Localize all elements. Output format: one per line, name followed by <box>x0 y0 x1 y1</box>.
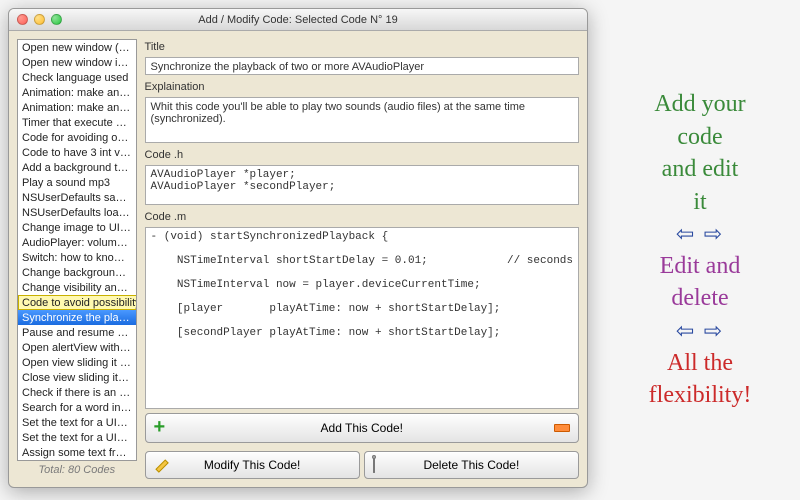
list-item[interactable]: Check if there is an active intern... <box>18 385 136 400</box>
explain-label: Explaination <box>145 81 579 93</box>
list-item[interactable]: AudioPlayer: volume fade out <box>18 235 136 250</box>
list-item[interactable]: Pause and resume audio recordi... <box>18 325 136 340</box>
list-item[interactable]: Code to have 3 int variables in a... <box>18 145 136 160</box>
title-label: Title <box>145 41 579 53</box>
list-item[interactable]: Open new window (nib - .xib) <box>18 40 136 55</box>
promo-line: delete <box>671 285 728 311</box>
list-footer: Total: 80 Codes <box>17 461 137 479</box>
codem-field[interactable]: - (void) startSynchronizedPlayback { NST… <box>145 227 579 409</box>
list-item[interactable]: Change background and color to... <box>18 265 136 280</box>
code-list[interactable]: Open new window (nib - .xib)Open new win… <box>17 39 137 461</box>
promo-line: code <box>677 124 722 150</box>
list-item[interactable]: Code for avoiding opening of ke... <box>18 130 136 145</box>
arrows-icon: ⇦ ⇨ <box>676 221 724 247</box>
add-button-label: Add This Code! <box>321 421 404 435</box>
delete-button[interactable]: Delete This Code! <box>364 451 579 479</box>
titlebar[interactable]: Add / Modify Code: Selected Code N° 19 <box>9 9 587 31</box>
codeh-label: Code .h <box>145 149 579 161</box>
list-item[interactable]: Set the text for a UIButton <box>18 430 136 445</box>
promo-line: Edit and <box>660 253 741 279</box>
zoom-icon[interactable] <box>51 14 62 25</box>
list-item[interactable]: Animation: make an object move <box>18 100 136 115</box>
list-item[interactable]: Switch: how to know if is on or off <box>18 250 136 265</box>
list-item[interactable]: NSUserDefaults save settings <box>18 190 136 205</box>
promo-line: All the <box>667 350 733 376</box>
list-item[interactable]: Open alertView with Yes or No o... <box>18 340 136 355</box>
list-item[interactable]: NSUserDefaults load settings <box>18 205 136 220</box>
explain-field[interactable]: Whit this code you'll be able to play tw… <box>145 97 579 143</box>
list-item[interactable]: Play a sound mp3 <box>18 175 136 190</box>
list-item[interactable]: Change image to UIImageView <box>18 220 136 235</box>
promo-line: it <box>693 189 706 215</box>
list-item[interactable]: Check language used <box>18 70 136 85</box>
promo-line: and edit <box>662 156 739 182</box>
pencil-icon <box>151 455 171 475</box>
app-window: Add / Modify Code: Selected Code N° 19 O… <box>8 8 588 488</box>
codem-label: Code .m <box>145 211 579 223</box>
list-item[interactable]: Open new window in universal pr... <box>18 55 136 70</box>
title-field[interactable]: Synchronize the playback of two or more … <box>145 57 579 75</box>
list-item[interactable]: Add a background to a view <box>18 160 136 175</box>
eraser-icon <box>554 424 570 432</box>
modify-button[interactable]: Modify This Code! <box>145 451 360 479</box>
window-controls <box>17 14 62 25</box>
list-item[interactable]: Synchronize the playback of two... <box>18 310 136 325</box>
list-item[interactable]: Animation: make an object disap... <box>18 85 136 100</box>
list-item[interactable]: Open view sliding it from top of t... <box>18 355 136 370</box>
list-item[interactable]: Change visibility and usability to... <box>18 280 136 295</box>
add-button[interactable]: + Add This Code! <box>145 413 579 443</box>
list-item[interactable]: Assign some text from a NSArray... <box>18 445 136 460</box>
modify-button-label: Modify This Code! <box>204 458 301 472</box>
list-item[interactable]: Search for a word in some text <box>18 400 136 415</box>
delete-button-label: Delete This Code! <box>423 458 519 472</box>
promo-line: flexibility! <box>649 382 752 408</box>
window-title: Add / Modify Code: Selected Code N° 19 <box>9 14 587 26</box>
plus-icon: + <box>154 416 166 438</box>
codeh-field[interactable]: AVAudioPlayer *player; AVAudioPlayer *se… <box>145 165 579 205</box>
list-item[interactable]: Code to avoid possibility for the Phone … <box>18 295 136 310</box>
trash-icon <box>373 457 375 473</box>
close-icon[interactable] <box>17 14 28 25</box>
list-item[interactable]: Set the text for a UILabel <box>18 415 136 430</box>
promo-line: Add your <box>654 91 745 117</box>
list-item[interactable]: Close view sliding it from center... <box>18 370 136 385</box>
arrows-icon: ⇦ ⇨ <box>676 318 724 344</box>
promo-panel: Add your code and edit it ⇦ ⇨ Edit and d… <box>600 0 800 500</box>
list-item[interactable]: Timer that execute a void after 3... <box>18 115 136 130</box>
minimize-icon[interactable] <box>34 14 45 25</box>
